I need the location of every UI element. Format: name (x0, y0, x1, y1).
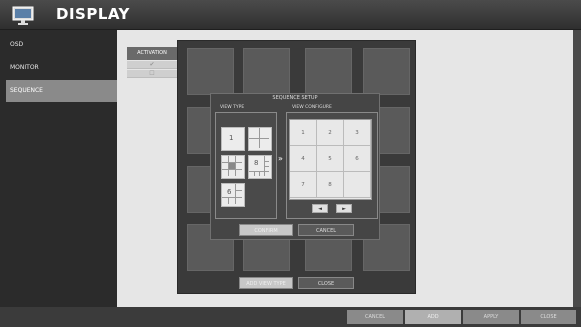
view-configure-grid: 1 2 3 4 5 6 7 8 (289, 119, 372, 200)
config-cell[interactable]: 2 (317, 120, 344, 146)
grid-divider (259, 171, 260, 176)
selected-cell-marker (229, 163, 235, 169)
sidebar-item-monitor[interactable]: MONITOR (6, 57, 117, 79)
prev-page-button[interactable]: ◄ (312, 204, 328, 213)
view-type-8-split[interactable]: 8 (248, 155, 272, 179)
grid-divider (264, 166, 269, 167)
grid-divider (228, 197, 229, 204)
sidebar-item-osd[interactable]: OSD (6, 34, 117, 56)
grid-divider (264, 161, 269, 162)
config-cell[interactable]: 4 (290, 146, 317, 172)
grid-divider (222, 169, 242, 170)
view-type-4-split[interactable] (248, 127, 272, 151)
view-type-panel: 1 8 6 (215, 112, 277, 219)
config-cell[interactable] (344, 172, 371, 198)
cancel-button[interactable]: CANCEL (298, 224, 354, 236)
config-cell[interactable]: 6 (344, 146, 371, 172)
close-button[interactable]: CLOSE (298, 277, 354, 289)
activation-checkbox[interactable]: ☐ (127, 70, 177, 78)
config-cell[interactable]: 3 (344, 120, 371, 146)
footer-apply-button[interactable]: APPLY (463, 310, 519, 324)
page-title: DISPLAY (56, 5, 130, 23)
footer-add-button[interactable]: ADD (405, 310, 461, 324)
view-type-label: 6 (227, 188, 232, 196)
view-type-6-split[interactable]: 6 (221, 183, 245, 207)
config-cell[interactable]: 8 (317, 172, 344, 198)
chevron-right-icon: » (278, 154, 283, 163)
sequence-thumbnail[interactable] (305, 48, 352, 95)
grid-divider (235, 184, 236, 204)
config-cell[interactable]: 7 (290, 172, 317, 198)
add-view-type-button[interactable]: ADD VIEW TYPE (239, 277, 293, 289)
grid-divider (235, 156, 236, 176)
sidebar-item-sequence[interactable]: SEQUENCE (6, 80, 117, 102)
sequence-thumbnail[interactable] (363, 48, 410, 95)
config-cell[interactable]: 5 (317, 146, 344, 172)
activation-column-header: ACTIVATION (127, 47, 177, 60)
grid-divider (254, 171, 255, 176)
monitor-icon (12, 6, 34, 25)
grid-divider (249, 138, 269, 139)
view-type-label: 1 (229, 134, 234, 142)
view-type-label: VIEW TYPE (220, 105, 245, 110)
grid-divider (222, 197, 242, 198)
activation-checkbox[interactable]: ✔ (127, 61, 177, 69)
grid-divider (235, 190, 242, 191)
confirm-button[interactable]: CONFIRM (239, 224, 293, 236)
sequence-thumbnail[interactable] (243, 48, 290, 95)
footer-cancel-button[interactable]: CANCEL (347, 310, 403, 324)
view-configure-label: VIEW CONFIGURE (292, 105, 332, 110)
dialog-title: SEQUENCE SETUP (272, 95, 318, 101)
view-type-9-split[interactable] (221, 155, 245, 179)
config-cell[interactable]: 1 (290, 120, 317, 146)
view-type-label: 8 (254, 159, 259, 167)
footer-close-button[interactable]: CLOSE (521, 310, 576, 324)
sequence-thumbnail[interactable] (187, 48, 234, 95)
view-type-1-split[interactable]: 1 (221, 127, 245, 151)
next-page-button[interactable]: ► (336, 204, 352, 213)
sidebar: OSD MONITOR SEQUENCE (0, 30, 117, 307)
